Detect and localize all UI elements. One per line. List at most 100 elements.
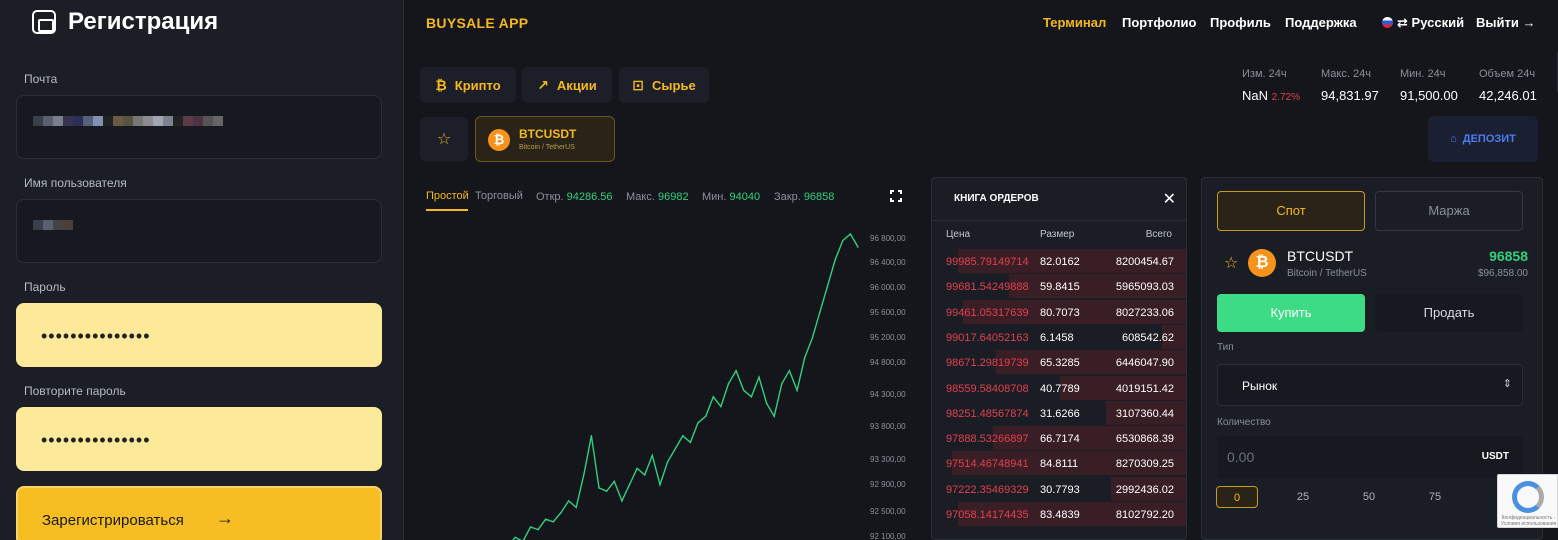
- brand-logo[interactable]: BUYSALE APP: [426, 15, 528, 31]
- password-field[interactable]: •••••••••••••••: [16, 303, 382, 367]
- trading-app: BUYSALE APP Терминал Портфолио Профиль П…: [406, 0, 1558, 540]
- email-field[interactable]: [16, 95, 382, 159]
- price-point: [735, 369, 737, 372]
- trade-panel: Спот Маржа ☆ ₿ BTCUSDT Bitcoin / TetherU…: [1201, 177, 1543, 540]
- order-book-row[interactable]: 97514.46748941 84.8111 8270309.25: [932, 451, 1186, 476]
- order-book-row[interactable]: 97888.53266897 66.7174 6530868.39: [932, 426, 1186, 451]
- close-icon[interactable]: ✕: [1163, 189, 1176, 209]
- tab-spot[interactable]: Спот: [1217, 191, 1365, 231]
- order-total: 3107360.44: [1115, 407, 1174, 420]
- y-tick-label: 94 800,00: [870, 358, 906, 367]
- username-field[interactable]: [16, 199, 382, 263]
- nav-terminal[interactable]: Терминал: [1043, 15, 1106, 30]
- price-point: [636, 467, 638, 470]
- category-commodities[interactable]: ⊡ Сырье: [619, 67, 709, 103]
- y-tick-label: 96 800,00: [870, 234, 906, 243]
- logout-link[interactable]: Выйти →: [1476, 15, 1535, 30]
- category-crypto[interactable]: ₿ Крипто: [420, 67, 516, 103]
- sell-button[interactable]: Продать: [1375, 294, 1523, 332]
- ticker-btcusdt[interactable]: ₿ BTCUSDT Bitcoin / TetherUS: [475, 116, 615, 162]
- language-selector[interactable]: ⇄ Русский: [1382, 15, 1464, 31]
- order-size: 30.7793: [1040, 483, 1080, 496]
- order-total: 8200454.67: [1115, 256, 1174, 268]
- order-book-row[interactable]: 98559.58408708 40.7789 4019151.42: [932, 375, 1186, 401]
- price-point: [796, 389, 798, 392]
- price-point: [674, 448, 676, 450]
- active-tab-underline: [426, 209, 468, 211]
- order-size: 83.4839: [1040, 509, 1080, 521]
- order-book-row[interactable]: 98251.48567874 31.6266 3107360.44: [932, 400, 1186, 426]
- stat-change-percent: 2.72%: [1271, 92, 1300, 103]
- stat-high-24h: Макс. 24ч 94,831.97: [1321, 68, 1379, 103]
- tab-margin[interactable]: Маржа: [1375, 191, 1523, 231]
- price-point: [666, 461, 669, 463]
- order-book-row[interactable]: 97058.14174435 83.4839 8102792.20: [932, 502, 1186, 527]
- percent-0[interactable]: 0: [1216, 486, 1258, 508]
- quantity-unit: USDT: [1481, 451, 1509, 462]
- order-type-select[interactable]: Рынок ⇕: [1217, 364, 1523, 406]
- nav-profile[interactable]: Профиль: [1210, 15, 1271, 30]
- price-point: [689, 441, 692, 444]
- quantity-input[interactable]: 0.00 USDT: [1217, 436, 1523, 478]
- price-chart[interactable]: [420, 220, 860, 540]
- percent-50[interactable]: 50: [1348, 486, 1390, 508]
- username-value-redacted: [33, 220, 73, 230]
- fullscreen-icon[interactable]: [890, 190, 902, 202]
- percent-25[interactable]: 25: [1282, 486, 1324, 508]
- pair-symbol: BTCUSDT: [1287, 248, 1354, 264]
- id-card-icon: [32, 10, 56, 34]
- price-point: [750, 396, 753, 398]
- order-book-row[interactable]: 97222.35469329 30.7793 2992436.02: [932, 476, 1186, 502]
- star-icon[interactable]: ☆: [1224, 253, 1238, 273]
- order-book-row[interactable]: 99681.54249888 59.8415 5965093.03: [932, 274, 1186, 299]
- category-stocks[interactable]: ↗ Акции: [522, 67, 612, 103]
- y-tick-label: 92 500,00: [870, 507, 906, 516]
- price-point: [712, 396, 715, 398]
- order-size: 65.3285: [1040, 357, 1080, 370]
- deposit-button[interactable]: ⌂ ДЕПОЗИТ: [1428, 116, 1538, 162]
- order-total: 8027233.06: [1115, 306, 1174, 319]
- category-label: Крипто: [454, 77, 501, 93]
- bank-icon: ⌂: [1450, 133, 1457, 145]
- order-price: 97222.35469329: [946, 483, 1029, 496]
- nav-support[interactable]: Поддержка: [1285, 15, 1357, 30]
- column-total: Всего: [1145, 229, 1172, 240]
- order-total: 2992436.02: [1115, 483, 1174, 496]
- order-book-row[interactable]: 99461.05317639 80.7073 8027233.06: [932, 299, 1186, 325]
- updown-chevron-icon: ⇕: [1502, 378, 1512, 390]
- price-point: [811, 337, 814, 339]
- favorites-button[interactable]: ☆: [420, 117, 468, 161]
- registration-header: Регистрация: [32, 8, 218, 36]
- order-book-row[interactable]: 98671.29819739 65.3285 6446047.90: [932, 350, 1186, 375]
- repeat-password-field[interactable]: •••••••••••••••: [16, 407, 382, 471]
- trend-up-icon: ↗: [537, 76, 549, 93]
- register-button[interactable]: Зарегистрироваться →: [16, 486, 382, 540]
- price-point: [697, 422, 699, 424]
- barrel-icon: ⊡: [632, 76, 645, 93]
- price-point: [758, 376, 760, 378]
- order-size: 82.0162: [1040, 256, 1080, 268]
- nav-portfolio[interactable]: Портфолио: [1122, 15, 1196, 30]
- percent-75[interactable]: 75: [1414, 486, 1456, 508]
- price-point: [682, 435, 684, 437]
- tab-simple[interactable]: Простой: [426, 190, 469, 202]
- price-point: [598, 487, 600, 489]
- stat-value: 91,500.00: [1400, 88, 1458, 103]
- order-total: 8270309.25: [1115, 458, 1174, 471]
- registration-panel: Регистрация Почта Имя пользователя Парол…: [0, 0, 404, 540]
- tab-trading[interactable]: Торговый: [475, 190, 523, 202]
- recaptcha-icon: [1512, 481, 1544, 513]
- price-point: [819, 311, 821, 313]
- price-point: [514, 536, 516, 539]
- recaptcha-badge[interactable]: Конфиденциальность - Условия использован…: [1497, 474, 1558, 528]
- order-size: 40.7789: [1040, 382, 1080, 395]
- y-tick-label: 93 800,00: [870, 422, 906, 431]
- pair-name: Bitcoin / TetherUS: [1287, 268, 1367, 279]
- order-book-row[interactable]: 99985.79149714 82.0162 8200454.67: [932, 249, 1186, 274]
- y-tick-label: 95 600,00: [870, 308, 906, 317]
- order-size: 84.8111: [1040, 458, 1079, 471]
- order-book-row[interactable]: 99017.64052163 6.1458 608542.62: [932, 324, 1186, 350]
- price-point: [788, 369, 791, 372]
- buy-button[interactable]: Купить: [1217, 294, 1365, 332]
- order-price: 98559.58408708: [946, 382, 1029, 395]
